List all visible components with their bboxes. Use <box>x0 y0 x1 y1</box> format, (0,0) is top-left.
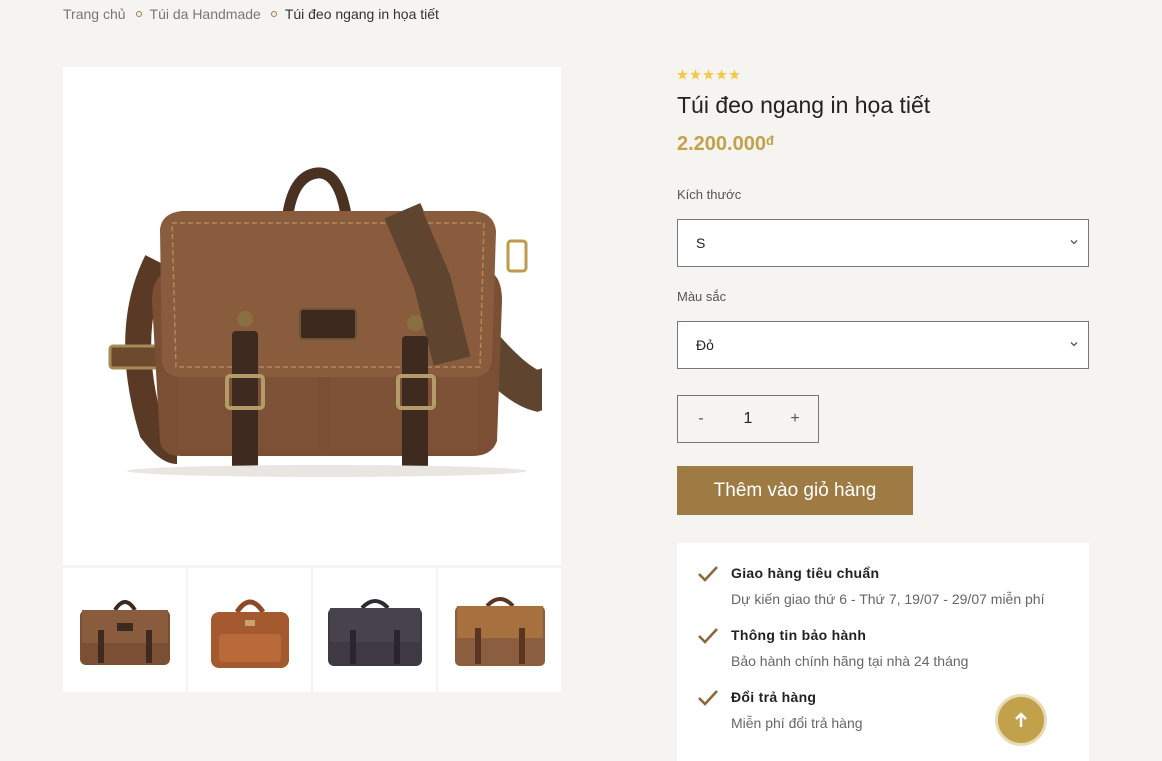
breadcrumb-home[interactable]: Trang chủ <box>63 6 126 22</box>
quantity-value[interactable]: 1 <box>724 410 772 428</box>
product-price: 2.200.000đ <box>677 133 774 156</box>
dark-leather-bag-thumb <box>327 599 422 666</box>
arrow-up-icon <box>1015 712 1027 727</box>
check-icon <box>698 566 718 582</box>
quantity-decrease-button[interactable]: - <box>678 396 724 442</box>
chevron-down-icon <box>1070 342 1078 347</box>
breadcrumb-category[interactable]: Túi da Handmade <box>150 6 261 22</box>
thumbnail-1[interactable] <box>63 568 186 692</box>
star-icon <box>729 69 740 80</box>
info-desc: Bảo hành chính hãng tại nhà 24 tháng <box>731 653 969 669</box>
info-desc: Dự kiến giao thứ 6 - Thứ 7, 19/07 - 29/0… <box>731 591 1045 607</box>
messenger-bag-image <box>108 167 542 477</box>
brown-leather-messenger-thumb <box>454 597 545 666</box>
add-to-cart-button[interactable]: Thêm vào giỏ hàng <box>677 466 913 515</box>
size-selected-value: S <box>696 235 706 251</box>
price-value: 2.200.000 <box>677 133 766 155</box>
breadcrumb-separator <box>270 11 277 17</box>
star-icon <box>677 69 688 80</box>
breadcrumb-current: Túi đeo ngang in họa tiết <box>284 6 439 22</box>
star-icon <box>703 69 714 80</box>
quantity-stepper: - 1 + <box>677 395 819 443</box>
product-page: Trang chủ Túi da Handmade Túi đeo ngang … <box>0 0 1162 761</box>
breadcrumb-separator <box>135 11 142 17</box>
star-icon <box>716 69 727 80</box>
scroll-to-top-button[interactable] <box>995 694 1047 746</box>
color-select[interactable]: Đỏ <box>677 321 1089 369</box>
rating-stars <box>677 69 740 80</box>
quantity-increase-button[interactable]: + <box>772 396 818 442</box>
thumbnail-3[interactable] <box>313 568 436 692</box>
color-selected-value: Đỏ <box>696 337 714 353</box>
chevron-down-icon <box>1070 240 1078 245</box>
check-icon <box>698 690 718 706</box>
size-label: Kích thước <box>677 187 742 202</box>
brown-canvas-bag-thumb <box>79 600 170 665</box>
check-icon <box>698 628 718 644</box>
thumbnail-2[interactable] <box>188 568 311 692</box>
info-item-warranty: Thông tin bảo hành Bảo hành chính hãng t… <box>697 627 1089 689</box>
size-select[interactable]: S <box>677 219 1089 267</box>
main-product-image[interactable] <box>63 67 561 565</box>
info-title: Giao hàng tiêu chuẩn <box>731 565 880 581</box>
breadcrumb: Trang chủ Túi da Handmade Túi đeo ngang … <box>63 6 439 22</box>
thumbnail-4[interactable] <box>438 568 561 692</box>
star-icon <box>690 69 701 80</box>
info-title: Thông tin bảo hành <box>731 627 867 643</box>
currency-symbol: đ <box>765 133 774 148</box>
thumbnail-strip <box>63 568 561 692</box>
tan-leather-briefcase-thumb <box>210 599 289 668</box>
product-title: Túi đeo ngang in họa tiết <box>677 92 931 118</box>
color-label: Màu sắc <box>677 289 727 304</box>
info-item-shipping: Giao hàng tiêu chuẩn Dự kiến giao thứ 6 … <box>697 565 1089 627</box>
